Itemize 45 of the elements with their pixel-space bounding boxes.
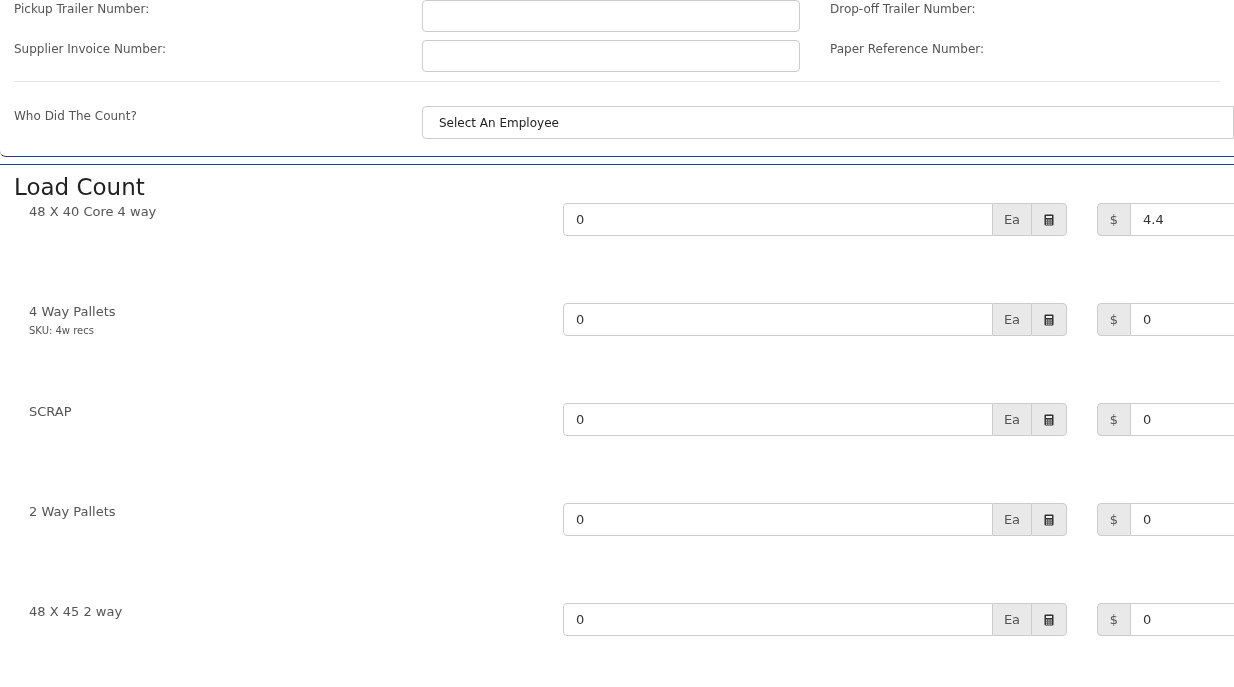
calculator-icon [1044,613,1054,626]
calculator-button[interactable] [1031,303,1067,336]
price-input[interactable]: 0 [1131,303,1234,336]
input-field[interactable] [422,40,800,72]
calculator-icon [1044,513,1054,526]
field-label: Pickup Trailer Number: [13,1,151,18]
item-name: 2 Way Pallets [29,504,117,520]
quantity-input[interactable]: 0 [563,303,993,336]
currency-addon: $ [1097,603,1131,636]
unit-addon: Ea [993,203,1031,236]
price-input[interactable]: 4.4 [1131,203,1234,236]
calculator-button[interactable] [1031,603,1067,636]
currency-addon: $ [1097,303,1131,336]
item-sku: SKU: 4w recs [29,324,95,338]
section-title: Load Count [13,173,146,202]
calculator-icon [1044,213,1054,226]
unit-addon: Ea [993,303,1031,336]
calculator-icon [1044,413,1054,426]
field-label: Who Did The Count? [13,108,138,125]
item-name: 4 Way Pallets [29,304,117,320]
field-label: Paper Reference Number: [829,41,985,58]
employee-select[interactable]: Select An Employee [422,106,1234,139]
currency-addon: $ [1097,203,1131,236]
item-name: 48 X 40 Core 4 way [29,204,158,220]
input-field[interactable] [422,0,800,32]
field-label: Supplier Invoice Number: [13,41,167,58]
unit-addon: Ea [993,603,1031,636]
unit-addon: Ea [993,403,1031,436]
quantity-input[interactable]: 0 [563,403,993,436]
price-input[interactable]: 0 [1131,603,1234,636]
quantity-input[interactable]: 0 [563,603,993,636]
quantity-input[interactable]: 0 [563,203,993,236]
price-input[interactable]: 0 [1131,503,1234,536]
quantity-input[interactable]: 0 [563,503,993,536]
calculator-button[interactable] [1031,503,1067,536]
item-name: SCRAP [29,404,73,420]
currency-addon: $ [1097,503,1131,536]
item-name: 48 X 45 2 way [29,604,124,620]
field-label: Drop-off Trailer Number: [829,1,976,18]
calculator-icon [1044,313,1054,326]
unit-addon: Ea [993,503,1031,536]
calculator-button[interactable] [1031,203,1067,236]
calculator-button[interactable] [1031,403,1067,436]
price-input[interactable]: 0 [1131,403,1234,436]
currency-addon: $ [1097,403,1131,436]
